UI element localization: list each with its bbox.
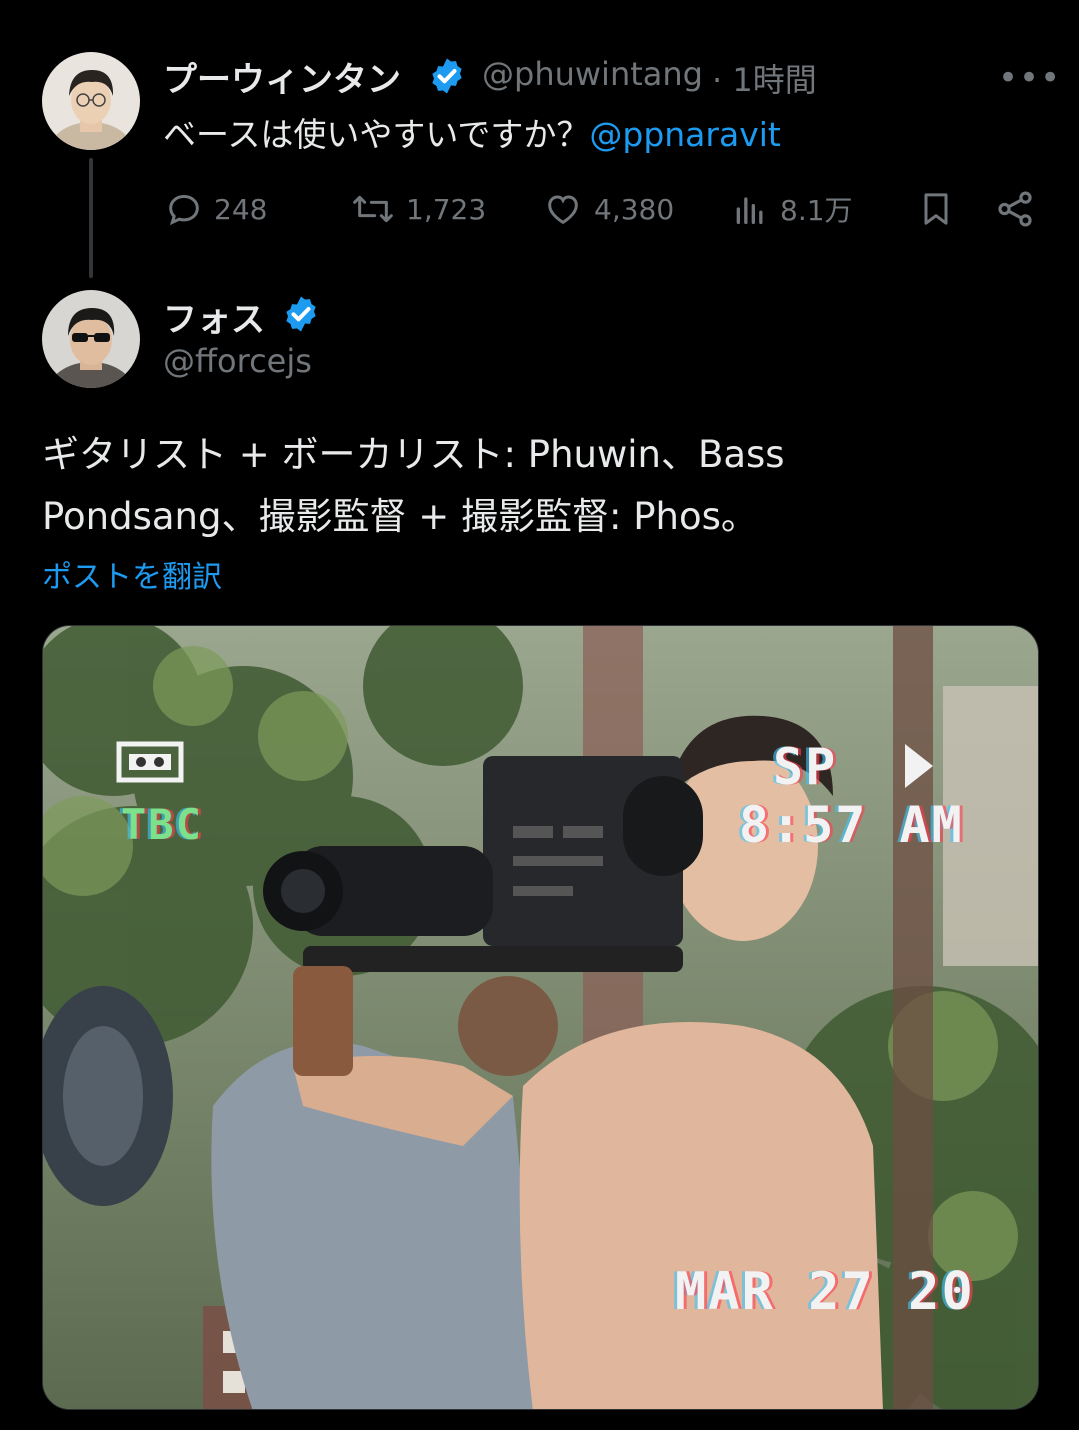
avatar-image bbox=[42, 52, 140, 150]
views-icon bbox=[736, 197, 763, 224]
main-author-name[interactable]: フォス bbox=[163, 292, 265, 341]
repost-icon bbox=[353, 195, 393, 223]
vhs-date-label: MAR 27 20 bbox=[675, 1262, 975, 1322]
reply-button[interactable]: 248 bbox=[164, 184, 267, 234]
main-text-line-1: ギタリスト + ボーカリスト: Phuwin、Bass bbox=[42, 433, 785, 476]
reply-count: 248 bbox=[214, 192, 268, 226]
verified-badge-icon bbox=[427, 56, 467, 100]
main-post-text: ギタリスト + ボーカリスト: Phuwin、Bass Pondsang、撮影監… bbox=[42, 424, 1042, 548]
parent-handle[interactable]: @phuwintang bbox=[482, 55, 703, 93]
action-bar: 248 1,723 4,380 8.1万 bbox=[160, 184, 1040, 234]
main-handle[interactable]: @fforcejs bbox=[163, 342, 312, 380]
share-icon bbox=[998, 191, 1032, 227]
repost-count: 1,723 bbox=[406, 192, 487, 226]
reply-icon bbox=[169, 194, 199, 226]
parent-post-text: ベースは使いやすいですか？@ppnaravit bbox=[163, 108, 781, 156]
vhs-tbc-label: TBC bbox=[121, 800, 203, 849]
bookmark-button[interactable] bbox=[916, 184, 966, 234]
thread-connector bbox=[89, 158, 93, 278]
like-count: 4,380 bbox=[594, 192, 675, 226]
bookmark-icon bbox=[924, 193, 948, 225]
more-icon[interactable]: ••• bbox=[998, 58, 1061, 98]
mention-link[interactable]: @ppnaravit bbox=[589, 115, 780, 154]
views-button[interactable]: 8.1万 bbox=[730, 184, 853, 234]
repost-button[interactable]: 1,723 bbox=[350, 184, 486, 234]
vhs-time-label: 8:57 AM bbox=[739, 796, 964, 854]
parent-timestamp[interactable]: · 1時間 bbox=[712, 55, 817, 101]
like-icon bbox=[548, 195, 578, 225]
share-button[interactable] bbox=[994, 184, 1046, 234]
avatar-fforcejs[interactable] bbox=[42, 290, 140, 388]
like-button[interactable]: 4,380 bbox=[542, 184, 674, 234]
post-media-image[interactable]: TBC SP 8:57 AM MAR 27 20 bbox=[42, 625, 1039, 1410]
translate-post-link[interactable]: ポストを翻訳 bbox=[42, 552, 222, 596]
vhs-mode-label: SP bbox=[773, 738, 838, 796]
parent-author-name[interactable]: プーウィンタン bbox=[163, 52, 401, 101]
avatar-phuwintang[interactable] bbox=[42, 52, 140, 150]
avatar-image bbox=[42, 290, 140, 388]
main-text-line-2: Pondsang、撮影監督 + 撮影監督: Phos。 bbox=[42, 495, 758, 538]
parent-text-body: ベースは使いやすいですか？ bbox=[163, 115, 590, 154]
verified-badge-icon bbox=[281, 294, 321, 338]
views-count: 8.1万 bbox=[780, 194, 853, 227]
